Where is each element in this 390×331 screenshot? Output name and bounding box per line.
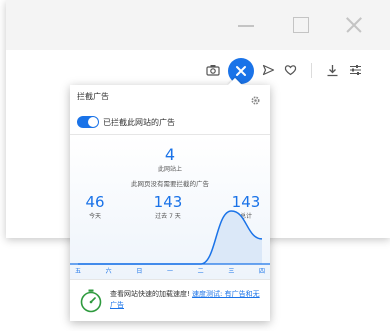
ad-block-toggle[interactable] [77,116,99,128]
settings-sliders-icon[interactable] [344,59,366,81]
stopwatch-icon [78,288,104,314]
footer-text-block: 查看网站快速的加载速度! 速度测试: 有广告和无广告 [110,289,266,311]
popup-footer: 查看网站快速的加载速度! 速度测试: 有广告和无广告 [70,279,270,321]
chart-tick-label: 二 [198,268,204,275]
popup-title: 拦截广告 [77,92,109,101]
send-icon[interactable] [257,59,279,81]
toolbar-divider [311,63,312,78]
close-icon[interactable] [343,14,365,36]
chart-area [78,211,262,264]
heart-icon[interactable] [279,59,301,81]
download-icon[interactable] [321,59,343,81]
chart-tick-label: 四 [259,268,265,275]
gear-icon[interactable] [250,91,261,105]
ad-blocker-popup: 拦截广告 已拦截此网站的广告 4 此网站上 此网页没有需要拦截的广告 46 今天… [70,85,270,321]
chart-tick-label: 六 [106,267,112,275]
chart-tick-label: 一 [167,268,173,275]
footer-text: 查看网站快速的加载速度! [110,290,190,298]
chart-tick-label: 日 [136,268,142,275]
popup-header: 拦截广告 [70,85,270,109]
chart-tick-label: 三 [228,268,234,275]
minimize-icon[interactable] [235,14,257,36]
title-bar [6,0,390,50]
camera-icon[interactable] [202,59,224,81]
maximize-icon[interactable] [289,14,311,36]
toggle-row: 已拦截此网站的广告 [70,109,270,135]
toggle-label: 已拦截此网站的广告 [103,118,175,127]
toolbar [6,50,390,90]
blocked-ads-chart: 五六日一二三四 [70,210,270,275]
screenshot: 拦截广告 已拦截此网站的广告 4 此网站上 此网页没有需要拦截的广告 46 今天… [0,0,390,331]
chart-tick-label: 五 [75,268,81,275]
